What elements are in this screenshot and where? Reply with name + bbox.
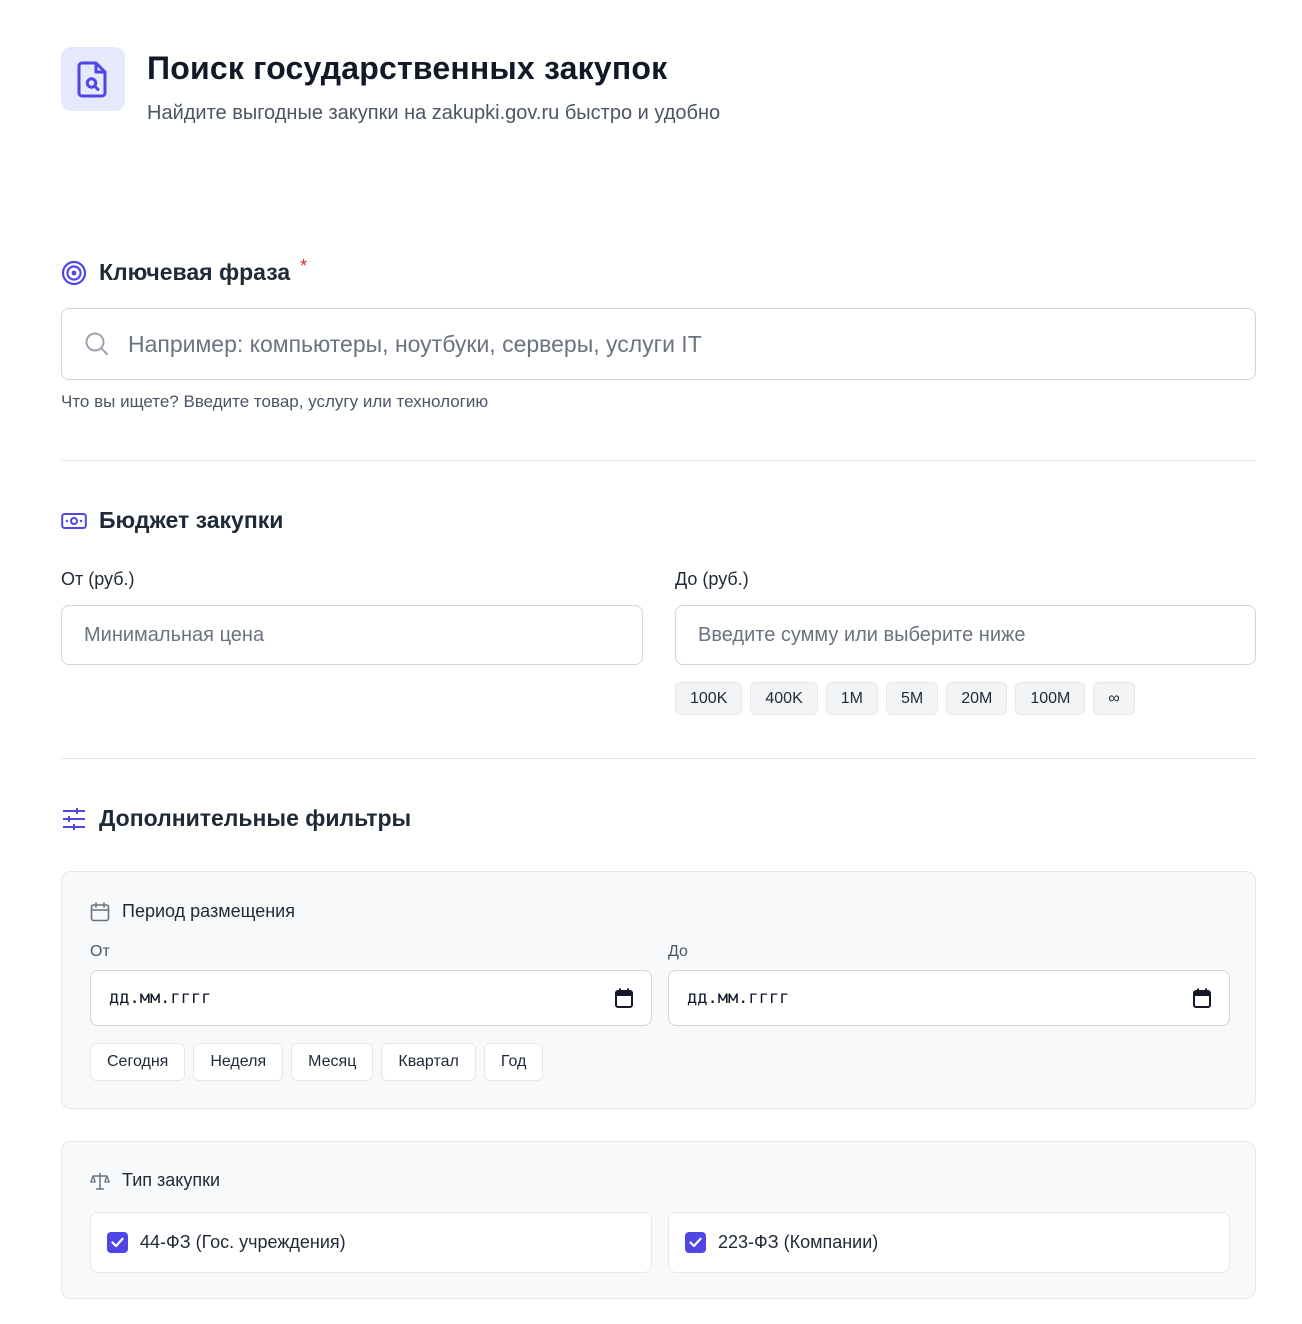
calendar-picker-icon[interactable] — [1193, 988, 1211, 1008]
period-from-label: От — [90, 943, 110, 960]
keyword-input-wrapper[interactable] — [61, 308, 1256, 380]
budget-from-input[interactable] — [84, 623, 642, 647]
budget-chip-400k[interactable]: 400K — [750, 682, 818, 715]
keyword-title-text: Ключевая фраза — [99, 259, 291, 285]
period-panel: Период размещения От До дд.мм.гггг дд.мм… — [61, 871, 1256, 1109]
filters-section-title: Дополнительные фильтры — [61, 805, 411, 832]
page-header: Поиск государственных закупок Найдите вы… — [61, 47, 720, 126]
type-option-223fz-label: 223-ФЗ (Компании) — [718, 1232, 879, 1252]
target-icon — [61, 260, 87, 286]
period-title-text: Период размещения — [122, 901, 295, 921]
page-subtitle: Найдите выгодные закупки на zakupki.gov.… — [147, 102, 721, 124]
type-title-text: Тип закупки — [122, 1170, 221, 1190]
calendar-picker-icon[interactable] — [615, 988, 633, 1008]
logo — [61, 47, 125, 111]
checkmark-icon — [111, 1237, 124, 1248]
procurement-type-panel: Тип закупки 44-ФЗ (Гос. учреждения) 223-… — [61, 1141, 1256, 1299]
period-presets: Сегодня Неделя Месяц Квартал Год — [90, 1043, 544, 1081]
budget-from-wrapper[interactable] — [61, 605, 643, 665]
period-title: Период размещения — [90, 901, 295, 922]
calendar-icon — [90, 901, 110, 922]
budget-chip-20m[interactable]: 20M — [946, 682, 1008, 715]
period-year-button[interactable]: Год — [483, 1043, 544, 1081]
keyword-input[interactable] — [128, 330, 1255, 358]
keyword-hint: Что вы ищете? Введите товар, услугу или … — [61, 392, 489, 411]
sliders-icon — [61, 806, 87, 832]
budget-from-label: От (руб.) — [61, 569, 135, 589]
period-week-button[interactable]: Неделя — [193, 1043, 284, 1081]
budget-chip-100k[interactable]: 100K — [675, 682, 743, 715]
budget-section-title: Бюджет закупки — [61, 507, 283, 534]
budget-to-input[interactable] — [698, 623, 1255, 647]
budget-to-label: До (руб.) — [675, 569, 749, 589]
filters-title-text: Дополнительные фильтры — [99, 805, 412, 831]
checkmark-icon — [689, 1237, 702, 1248]
budget-to-wrapper[interactable] — [675, 605, 1256, 665]
type-option-223fz[interactable]: 223-ФЗ (Компании) — [668, 1212, 1230, 1273]
document-search-icon — [77, 61, 107, 98]
type-option-44fz[interactable]: 44-ФЗ (Гос. учреждения) — [90, 1212, 652, 1273]
date-to-placeholder: дд.мм.гггг — [687, 988, 790, 1008]
budget-chip-5m[interactable]: 5M — [885, 682, 939, 715]
type-option-44fz-label: 44-ФЗ (Гос. учреждения) — [140, 1232, 346, 1252]
period-to-label: До — [668, 943, 688, 960]
search-icon — [85, 332, 108, 355]
divider — [61, 460, 1256, 461]
budget-chips: 100K 400K 1M 5M 20M 100M ∞ — [675, 682, 1135, 715]
divider — [61, 758, 1256, 759]
period-quarter-button[interactable]: Квартал — [381, 1043, 476, 1081]
period-month-button[interactable]: Месяц — [291, 1043, 374, 1081]
budget-title-text: Бюджет закупки — [99, 507, 284, 533]
budget-chip-infinity[interactable]: ∞ — [1093, 682, 1135, 715]
checkbox-223fz[interactable] — [685, 1232, 706, 1253]
date-from-placeholder: дд.мм.гггг — [109, 988, 212, 1008]
type-title: Тип закупки — [90, 1170, 220, 1191]
keyword-section-title: Ключевая фраза * — [61, 256, 308, 286]
budget-chip-100m[interactable]: 100M — [1015, 682, 1086, 715]
budget-chip-1m[interactable]: 1M — [825, 682, 878, 715]
period-today-button[interactable]: Сегодня — [90, 1043, 186, 1081]
money-icon — [61, 508, 87, 534]
page-title: Поиск государственных закупок — [147, 50, 668, 86]
date-to-input[interactable]: дд.мм.гггг — [668, 970, 1230, 1026]
required-mark: * — [300, 256, 308, 276]
date-from-input[interactable]: дд.мм.гггг — [90, 970, 652, 1026]
scales-icon — [90, 1171, 110, 1191]
checkbox-44fz[interactable] — [107, 1232, 128, 1253]
